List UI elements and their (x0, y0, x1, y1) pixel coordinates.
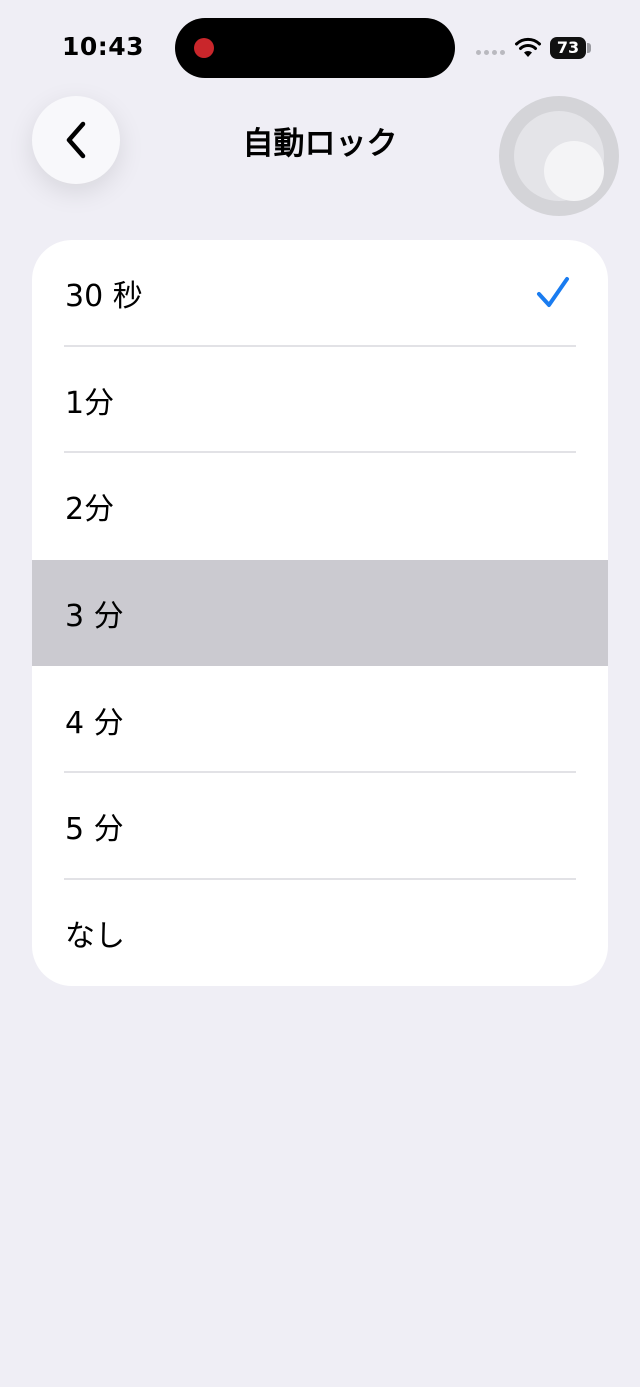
cellular-signal-icon (476, 50, 505, 55)
assistive-touch-button[interactable] (499, 96, 619, 216)
option-label: 4 分 (65, 705, 124, 741)
screen: 10:43 73 自動ロック 30 秒 1分 2分 3 分 4 分 5 分 なし (0, 0, 640, 1387)
auto-lock-options-list: 30 秒 1分 2分 3 分 4 分 5 分 なし (32, 240, 608, 986)
battery-cap (587, 43, 591, 53)
dynamic-island (175, 18, 455, 78)
option-4-minutes[interactable]: 4 分 (32, 666, 608, 773)
option-1-minute[interactable]: 1分 (32, 347, 608, 454)
option-5-minutes[interactable]: 5 分 (32, 773, 608, 880)
option-30-seconds[interactable]: 30 秒 (32, 240, 608, 347)
option-label: 3 分 (65, 599, 124, 635)
option-label: なし (65, 918, 125, 954)
recording-indicator-icon (194, 38, 214, 58)
status-time: 10:43 (62, 32, 145, 61)
option-label: 2分 (65, 492, 115, 528)
wifi-icon (515, 37, 541, 57)
checkmark-icon (537, 277, 569, 307)
option-3-minutes[interactable]: 3 分 (32, 559, 608, 667)
option-label: 30 秒 (65, 279, 143, 315)
option-2-minutes[interactable]: 2分 (32, 453, 608, 560)
option-never[interactable]: なし (32, 880, 608, 986)
option-label: 5 分 (65, 812, 124, 848)
battery-icon: 73 (550, 37, 586, 59)
option-label: 1分 (65, 385, 115, 421)
